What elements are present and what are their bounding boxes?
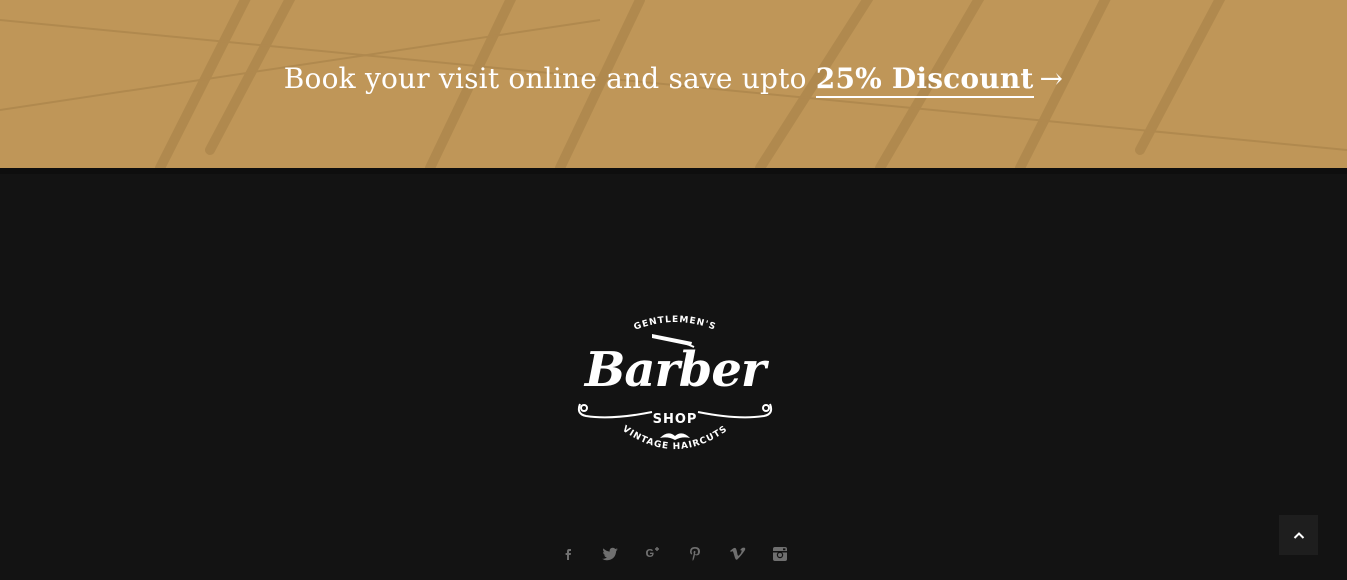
arrow-right-icon[interactable]: → bbox=[1040, 62, 1064, 95]
chevron-up-icon bbox=[1293, 532, 1304, 539]
scroll-to-top-button[interactable] bbox=[1279, 515, 1318, 555]
footer: GENTLEMEN'S VINTAGE HAIRCUTS Barber SHOP bbox=[0, 174, 1347, 580]
social-links bbox=[556, 542, 792, 566]
facebook-icon[interactable] bbox=[556, 542, 580, 566]
google-plus-icon[interactable] bbox=[641, 542, 665, 566]
mustache-icon bbox=[660, 433, 690, 440]
promo-lead-text: Book your visit online and save upto bbox=[283, 62, 816, 95]
vimeo-icon[interactable] bbox=[726, 542, 750, 566]
logo-top-text: GENTLEMEN'S bbox=[633, 315, 717, 333]
pinterest-icon[interactable] bbox=[683, 542, 707, 566]
promo-text: Book your visit online and save upto 25%… bbox=[0, 62, 1347, 98]
instagram-icon[interactable] bbox=[768, 542, 792, 566]
logo-title: Barber bbox=[584, 342, 766, 398]
twitter-icon[interactable] bbox=[598, 542, 622, 566]
barber-shop-logo: GENTLEMEN'S VINTAGE HAIRCUTS Barber SHOP bbox=[572, 314, 778, 464]
promo-banner: Book your visit online and save upto 25%… bbox=[0, 0, 1347, 168]
discount-link[interactable]: 25% Discount bbox=[815, 62, 1034, 98]
svg-text:GENTLEMEN'S: GENTLEMEN'S bbox=[633, 315, 718, 333]
logo-subtitle: SHOP bbox=[652, 412, 698, 427]
